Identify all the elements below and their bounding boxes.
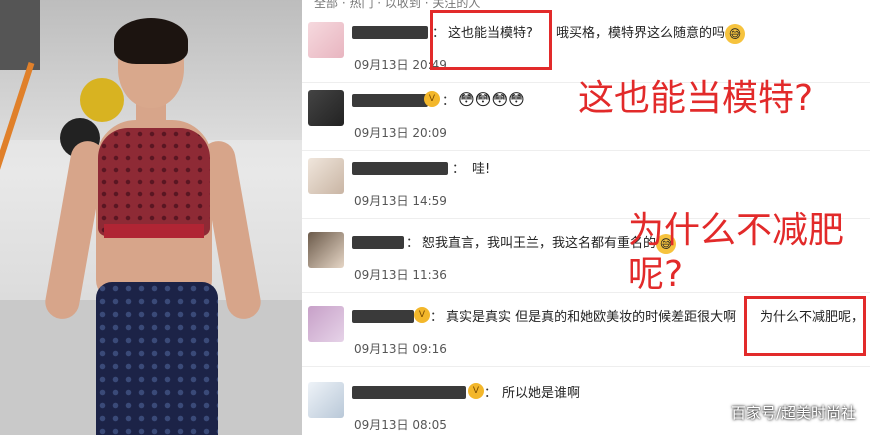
username-redacted[interactable] (352, 236, 404, 249)
comment-item: ： 哇! 09月13日 14:59 (302, 152, 870, 219)
comment-time: 09月13日 09:16 (354, 342, 447, 356)
comment-time: 09月13日 11:36 (354, 268, 447, 282)
bra-band (104, 224, 204, 238)
comment-time: 09月13日 14:59 (354, 194, 447, 208)
avatar[interactable] (308, 158, 344, 194)
weight-plate (80, 78, 124, 122)
avatar[interactable] (308, 22, 344, 58)
comment-text: 所以她是谁啊 (502, 386, 581, 401)
comment-text: 哇! (472, 162, 491, 177)
colon: ： (430, 310, 444, 325)
avatar[interactable] (308, 306, 344, 342)
avatar[interactable] (308, 232, 344, 268)
colon: ： (442, 94, 456, 109)
vip-badge-icon: V (468, 383, 484, 399)
sweat-smile-icon: 😅 (725, 23, 746, 44)
vip-badge-icon: V (414, 307, 430, 323)
overlay-caption-2b: 呢? (628, 254, 684, 295)
comment-emojis: 😳😳😳😳 (458, 90, 525, 109)
overlay-caption-1: 这也能当模特? (578, 78, 814, 119)
colon: ： (406, 236, 420, 251)
comment-text: 真实是真实 但是真的和她欧美妆的时候差距很大啊 (446, 310, 737, 325)
comment-time: 09月13日 08:05 (354, 418, 447, 432)
overlay-caption-2a: 为什么不减肥 (628, 210, 845, 251)
username-redacted[interactable] (352, 162, 448, 175)
avatar[interactable] (308, 382, 344, 418)
colon: ： (484, 386, 498, 401)
vip-badge-icon: V (424, 91, 440, 107)
username-redacted[interactable] (352, 94, 428, 107)
hair (114, 18, 188, 64)
avatar[interactable] (308, 90, 344, 126)
sports-bra (98, 128, 210, 236)
highlight-box-2 (744, 296, 866, 356)
highlight-box-1 (430, 10, 552, 70)
comment-time: 09月13日 20:09 (354, 126, 447, 140)
watermark: 百家号/超美时尚社 (730, 404, 856, 422)
username-redacted[interactable] (352, 26, 428, 39)
colon: ： (452, 162, 466, 177)
leggings (96, 282, 218, 435)
username-redacted[interactable] (352, 386, 466, 399)
comment-panel: 全部 · 热门 · 以收到 · 关注的人 ： 这也能当模特? 哦买格，模特界这么… (302, 0, 870, 435)
comment-item: ： 这也能当模特? 哦买格，模特界这么随意的吗 😅 09月13日 20:49 (302, 16, 870, 83)
comment-text-cont: 哦买格，模特界这么随意的吗 😅 (556, 22, 748, 44)
username-redacted[interactable] (352, 310, 414, 323)
model-photo (0, 0, 302, 435)
gym-rack (0, 0, 40, 70)
